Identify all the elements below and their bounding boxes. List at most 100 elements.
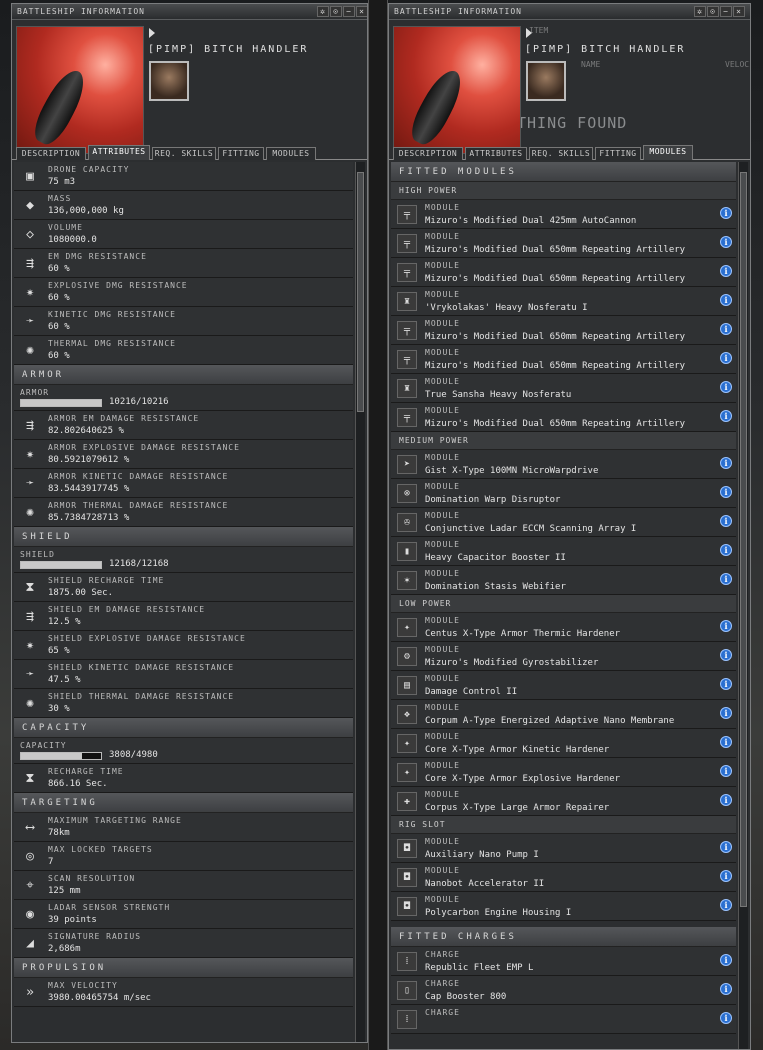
module-row[interactable]: ✦ MODULE Core X-Type Armor Explosive Harde…: [391, 758, 736, 787]
tab-description[interactable]: DESCRIPTION: [393, 147, 463, 160]
info-icon[interactable]: i: [720, 765, 732, 777]
module-row[interactable]: ▯ CHARGE Cap Booster 800 i: [391, 976, 736, 1005]
attribute-value: 85.7384728713 %: [48, 513, 130, 523]
tab-attributes[interactable]: ATTRIBUTES: [88, 145, 150, 160]
module-row[interactable]: ▮ MODULE Heavy Capacitor Booster II i: [391, 537, 736, 566]
info-icon[interactable]: i: [720, 649, 732, 661]
info-icon[interactable]: i: [720, 870, 732, 882]
scroll-thumb[interactable]: [740, 172, 747, 907]
scroll-thumb[interactable]: [357, 172, 364, 412]
expand-arrow-icon[interactable]: [526, 28, 532, 38]
expand-arrow-icon[interactable]: [149, 28, 155, 38]
pin-button[interactable]: ✲: [317, 6, 329, 17]
module-row[interactable]: ⊗ MODULE Domination Warp Disruptor i: [391, 479, 736, 508]
module-row[interactable]: ⁞ CHARGE i: [391, 1005, 736, 1034]
info-icon[interactable]: i: [720, 544, 732, 556]
module-name: Gist X-Type 100MN MicroWarpdrive: [425, 466, 599, 476]
module-row[interactable]: ╤ MODULE Mizuro's Modified Dual 425mm Auto…: [391, 200, 736, 229]
info-icon[interactable]: i: [720, 954, 732, 966]
module-row[interactable]: ╤ MODULE Mizuro's Modified Dual 650mm Repe…: [391, 316, 736, 345]
close-button[interactable]: ×: [733, 6, 745, 17]
pilot-portrait[interactable]: [526, 61, 566, 101]
left-titlebar[interactable]: BATTLESHIP INFORMATION ✲ ⊙ − ×: [12, 4, 367, 20]
desktop-gap: [368, 0, 388, 1050]
module-row[interactable]: ✇ MODULE Conjunctive Ladar ECCM Scanning A…: [391, 508, 736, 537]
tab-fitting[interactable]: FITTING: [218, 147, 264, 160]
slot-header-rig-slot: RIG SLOT: [391, 816, 736, 834]
module-row[interactable]: ◘ MODULE Polycarbon Engine Housing I i: [391, 892, 736, 921]
info-icon[interactable]: i: [720, 294, 732, 306]
module-row[interactable]: ➤ MODULE Gist X-Type 100MN MicroWarpdrive i: [391, 450, 736, 479]
attribute-row: ◇ VOLUME 1080000.0: [14, 220, 353, 249]
attribute-label: LADAR SENSOR STRENGTH: [48, 903, 171, 912]
module-row[interactable]: ✚ MODULE Corpus X-Type Large Armor Repaire…: [391, 787, 736, 816]
info-icon[interactable]: i: [720, 486, 732, 498]
module-row[interactable]: ╤ MODULE Mizuro's Modified Dual 650mm Repe…: [391, 345, 736, 374]
info-icon[interactable]: i: [720, 515, 732, 527]
attribute-label: MAX VELOCITY: [48, 981, 118, 990]
module-row[interactable]: ◘ MODULE Nanobot Accelerator II i: [391, 863, 736, 892]
info-icon[interactable]: i: [720, 983, 732, 995]
info-icon[interactable]: i: [720, 841, 732, 853]
module-type: MODULE: [425, 511, 460, 520]
nosferatu-icon: ♜: [397, 379, 417, 398]
minimize-button[interactable]: −: [343, 6, 355, 17]
module-row[interactable]: ✦ MODULE Core X-Type Armor Kinetic Hardene…: [391, 729, 736, 758]
info-icon[interactable]: i: [720, 573, 732, 585]
info-icon[interactable]: i: [720, 1012, 732, 1024]
module-row[interactable]: ✦ MODULE Centus X-Type Armor Thermic Harde…: [391, 613, 736, 642]
pilot-portrait[interactable]: [149, 61, 189, 101]
warp-disruptor-icon: ⊗: [397, 484, 417, 503]
module-row[interactable]: ♜ MODULE True Sansha Heavy Nosferatu i: [391, 374, 736, 403]
module-row[interactable]: ╤ MODULE Mizuro's Modified Dual 650mm Repe…: [391, 258, 736, 287]
attribute-label: SHIELD EM DAMAGE RESISTANCE: [48, 605, 206, 614]
module-row[interactable]: ▤ MODULE Damage Control II i: [391, 671, 736, 700]
attribute-row: ⟷ MAXIMUM TARGETING RANGE 78km: [14, 813, 353, 842]
module-row[interactable]: ✶ MODULE Domination Stasis Webifier i: [391, 566, 736, 595]
scrollbar[interactable]: [738, 162, 748, 1049]
gauge-fill: [21, 753, 83, 759]
scrollbar[interactable]: [355, 162, 365, 1042]
attribute-value: 12.5 %: [48, 617, 81, 627]
options-button[interactable]: ⊙: [707, 6, 719, 17]
pin-button[interactable]: ✲: [694, 6, 706, 17]
info-icon[interactable]: i: [720, 323, 732, 335]
info-icon[interactable]: i: [720, 794, 732, 806]
ghost-nothing-found: THING FOUND: [517, 114, 628, 132]
tab-attributes[interactable]: ATTRIBUTES: [465, 147, 527, 160]
tab-modules[interactable]: MODULES: [266, 147, 316, 160]
info-icon[interactable]: i: [720, 678, 732, 690]
info-icon[interactable]: i: [720, 381, 732, 393]
info-icon[interactable]: i: [720, 207, 732, 219]
info-icon[interactable]: i: [720, 899, 732, 911]
minimize-button[interactable]: −: [720, 6, 732, 17]
tab-req-skills[interactable]: REQ. SKILLS: [152, 147, 216, 160]
module-row[interactable]: ❖ MODULE Corpum A-Type Energized Adaptive …: [391, 700, 736, 729]
module-row[interactable]: ⚙ MODULE Mizuro's Modified Gyrostabilizer i: [391, 642, 736, 671]
module-row[interactable]: ⁞ CHARGE Republic Fleet EMP L i: [391, 947, 736, 976]
tab-req-skills[interactable]: REQ. SKILLS: [529, 147, 593, 160]
tab-description[interactable]: DESCRIPTION: [16, 147, 86, 160]
attribute-label: SCAN RESOLUTION: [48, 874, 136, 883]
module-row[interactable]: ◘ MODULE Auxiliary Nano Pump I i: [391, 834, 736, 863]
tab-fitting[interactable]: FITTING: [595, 147, 641, 160]
signature-icon: ◢: [26, 936, 34, 951]
info-icon[interactable]: i: [720, 236, 732, 248]
info-icon[interactable]: i: [720, 352, 732, 364]
module-row[interactable]: ╤ MODULE Mizuro's Modified Dual 650mm Repe…: [391, 229, 736, 258]
close-button[interactable]: ×: [356, 6, 367, 17]
info-icon[interactable]: i: [720, 457, 732, 469]
target-icon: ◎: [26, 849, 34, 864]
info-icon[interactable]: i: [720, 736, 732, 748]
membrane-icon: ❖: [397, 705, 417, 724]
info-icon[interactable]: i: [720, 265, 732, 277]
tab-modules[interactable]: MODULES: [643, 145, 693, 160]
module-row[interactable]: ╤ MODULE Mizuro's Modified Dual 650mm Repe…: [391, 403, 736, 432]
info-icon[interactable]: i: [720, 410, 732, 422]
right-titlebar[interactable]: BATTLESHIP INFORMATION ✲ ⊙ − ×: [389, 4, 750, 20]
section-armor: ARMOR: [14, 365, 353, 385]
options-button[interactable]: ⊙: [330, 6, 342, 17]
info-icon[interactable]: i: [720, 707, 732, 719]
module-row[interactable]: ♜ MODULE 'Vrykolakas' Heavy Nosferatu I i: [391, 287, 736, 316]
info-icon[interactable]: i: [720, 620, 732, 632]
